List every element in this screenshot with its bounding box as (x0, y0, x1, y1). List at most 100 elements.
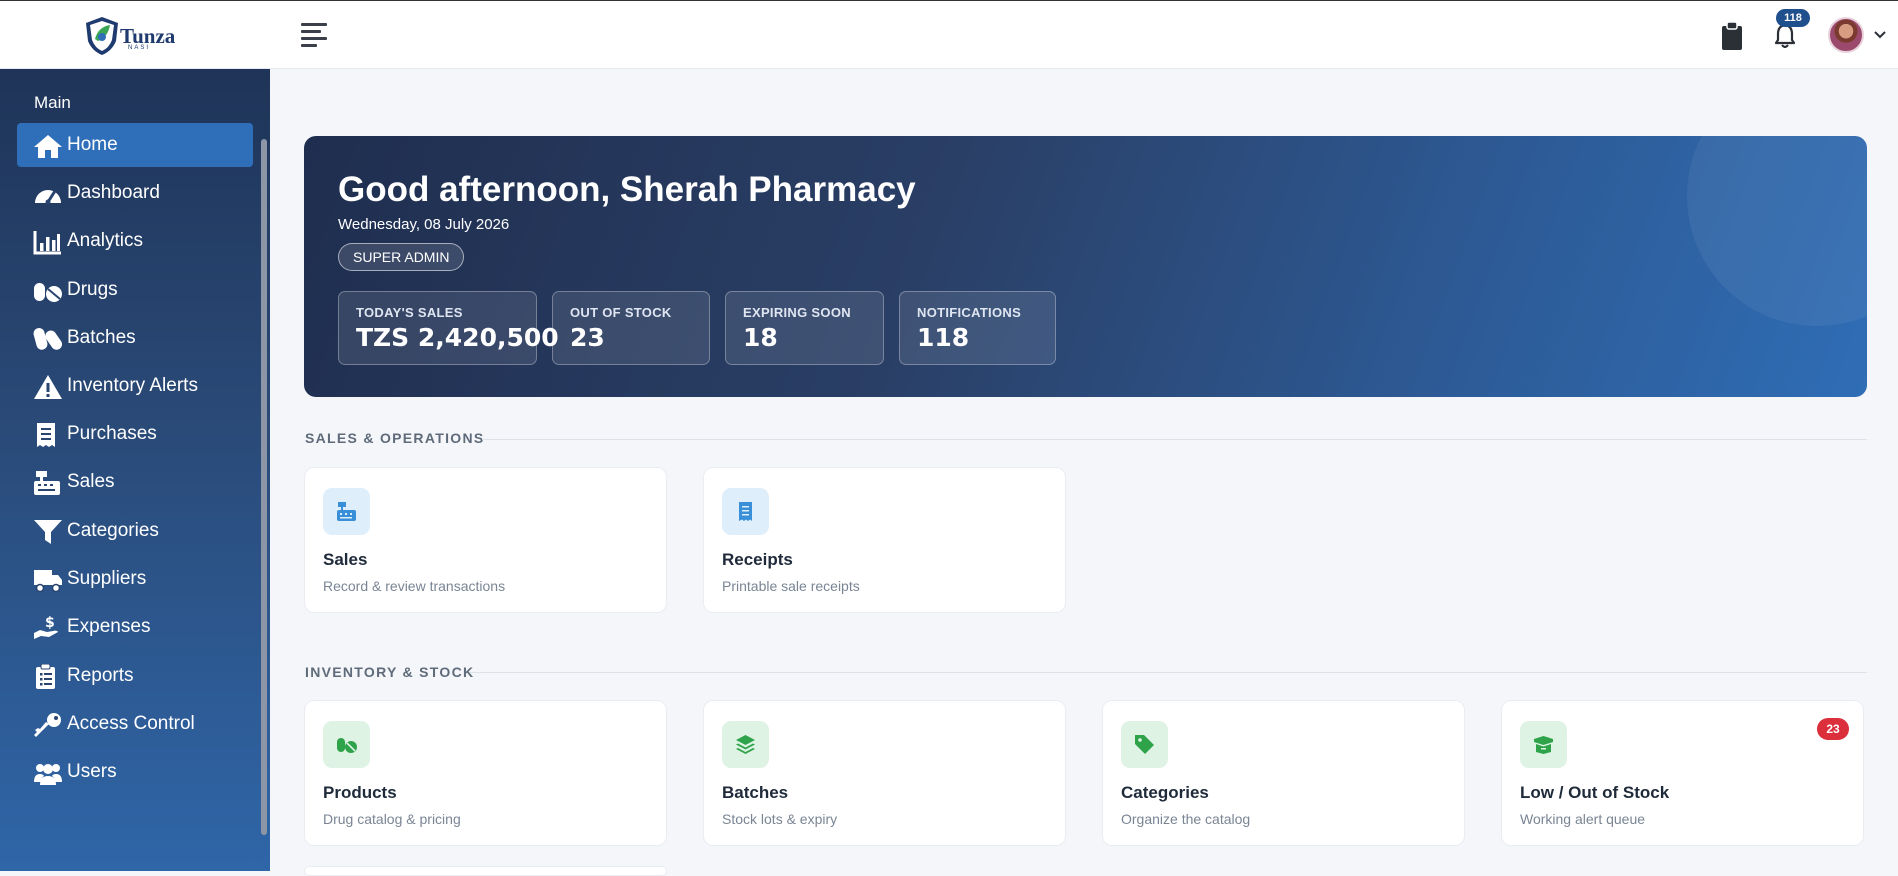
sidebar-item-suppliers[interactable]: Suppliers (17, 557, 253, 601)
sidebar: Main Home Dashboard Analytics Drugs Batc… (0, 69, 270, 871)
sidebar-item-access-control[interactable]: Access Control (17, 702, 253, 746)
welcome-banner: Good afternoon, Sherah Pharmacy Wednesda… (304, 136, 1867, 397)
users-icon (34, 764, 62, 785)
sidebar-item-label: Users (67, 761, 117, 782)
tags-icon (1135, 735, 1154, 754)
box-open-icon (1534, 736, 1553, 754)
bar-chart-icon (33, 231, 61, 255)
card-icon-box (722, 721, 769, 768)
cash-register-icon (337, 502, 356, 521)
card-categories[interactable]: Categories Organize the catalog (1102, 700, 1465, 846)
sidebar-item-batches[interactable]: Batches (17, 316, 253, 360)
menu-toggle-button[interactable] (301, 23, 327, 47)
sidebar-item-reports[interactable]: Reports (17, 654, 253, 698)
sidebar-item-label: Inventory Alerts (67, 375, 198, 396)
sidebar-item-users[interactable]: Users (17, 750, 253, 794)
stat-label: NOTIFICATIONS (917, 305, 1022, 320)
card-sales[interactable]: Sales Record & review transactions (304, 467, 667, 613)
stat-value: TZS 2,420,500 (356, 323, 559, 352)
clipboard-list-icon (36, 664, 55, 689)
stat-label: TODAY'S SALES (356, 305, 463, 320)
current-date: Wednesday, 08 July 2026 (338, 216, 510, 233)
sidebar-item-categories[interactable]: Categories (17, 509, 253, 553)
sidebar-item-label: Dashboard (67, 182, 160, 203)
filter-icon (34, 520, 62, 544)
sidebar-item-label: Expenses (67, 616, 151, 637)
sidebar-heading: Main (34, 93, 71, 112)
truck-icon (34, 570, 62, 593)
shield-logo-icon (86, 17, 118, 55)
card-subtitle: Working alert queue (1520, 811, 1646, 827)
pills-icon (34, 283, 62, 302)
stat-label: EXPIRING SOON (743, 305, 851, 320)
sidebar-item-home[interactable]: Home (17, 123, 253, 167)
card-subtitle: Stock lots & expiry (722, 811, 838, 827)
top-bar: Tunza NASI 118 (0, 0, 1898, 69)
stat-expiring-soon: EXPIRING SOON 18 (725, 291, 884, 365)
next-card-partial[interactable] (304, 866, 667, 876)
sidebar-item-sales[interactable]: Sales (17, 460, 253, 504)
chevron-down-icon[interactable] (1873, 28, 1887, 42)
sidebar-item-analytics[interactable]: Analytics (17, 219, 253, 263)
sidebar-item-purchases[interactable]: Purchases (17, 412, 253, 456)
brand-subname: NASI (128, 45, 151, 51)
card-icon-box (1121, 721, 1168, 768)
layers-icon (736, 735, 755, 754)
sidebar-item-expenses[interactable]: $ Expenses (17, 605, 253, 649)
card-title: Low / Out of Stock (1520, 783, 1670, 802)
clipboard-icon[interactable] (1720, 21, 1744, 51)
brand-logo[interactable]: Tunza NASI (82, 15, 186, 57)
stat-todays-sales: TODAY'S SALES TZS 2,420,500 (338, 291, 559, 365)
card-title: Products (323, 783, 397, 802)
svg-text:$: $ (45, 615, 55, 631)
card-title: Categories (1121, 783, 1209, 802)
role-badge: SUPER ADMIN (338, 243, 465, 271)
sidebar-item-inventory-alerts[interactable]: Inventory Alerts (17, 364, 253, 408)
sidebar-item-label: Categories (67, 520, 159, 541)
receipt-icon (739, 502, 752, 521)
speedometer-icon (35, 190, 61, 205)
section-title-inventory-stock: INVENTORY & STOCK (305, 664, 475, 680)
sidebar-item-label: Batches (67, 327, 136, 348)
card-icon-box (323, 488, 370, 535)
stat-out-of-stock: OUT OF STOCK 23 (552, 291, 710, 365)
decorative-circle (1687, 136, 1867, 326)
sidebar-item-label: Drugs (67, 279, 118, 300)
receipt-icon (37, 423, 55, 447)
sidebar-item-dashboard[interactable]: Dashboard (17, 171, 253, 215)
card-subtitle: Organize the catalog (1121, 811, 1251, 827)
cash-register-icon (34, 471, 60, 495)
stat-notifications: NOTIFICATIONS 118 (899, 291, 1056, 365)
card-title: Sales (323, 550, 368, 569)
card-icon-box (1520, 721, 1567, 768)
sidebar-item-label: Reports (67, 665, 134, 686)
stat-value: 18 (743, 323, 778, 352)
section-divider (482, 439, 1867, 440)
card-receipts[interactable]: Receipts Printable sale receipts (703, 467, 1066, 613)
notification-count-badge: 118 (1776, 9, 1810, 27)
section-divider (470, 672, 1867, 673)
stat-value: 118 (917, 323, 970, 352)
stat-label: OUT OF STOCK (570, 305, 672, 320)
sidebar-item-label: Purchases (67, 423, 157, 444)
card-icon-box (323, 721, 370, 768)
sidebar-item-drugs[interactable]: Drugs (17, 268, 253, 312)
capsules-icon (33, 328, 63, 350)
avatar[interactable] (1828, 17, 1864, 53)
card-low-out-of-stock[interactable]: Low / Out of Stock Working alert queue 2… (1501, 700, 1864, 846)
card-title: Batches (722, 783, 789, 802)
sidebar-item-label: Access Control (67, 713, 195, 734)
card-batches[interactable]: Batches Stock lots & expiry (703, 700, 1066, 846)
card-products[interactable]: Products Drug catalog & pricing (304, 700, 667, 846)
card-subtitle: Record & review transactions (323, 578, 506, 594)
low-stock-count-badge: 23 (1817, 718, 1849, 740)
card-subtitle: Printable sale receipts (722, 578, 860, 594)
key-icon (34, 713, 61, 737)
sidebar-item-label: Home (67, 134, 118, 155)
sidebar-item-label: Analytics (67, 230, 144, 251)
sidebar-item-label: Sales (67, 471, 115, 492)
card-icon-box (722, 488, 769, 535)
pills-icon (337, 738, 357, 753)
warning-icon (34, 375, 62, 399)
sidebar-scrollbar[interactable] (261, 139, 267, 835)
